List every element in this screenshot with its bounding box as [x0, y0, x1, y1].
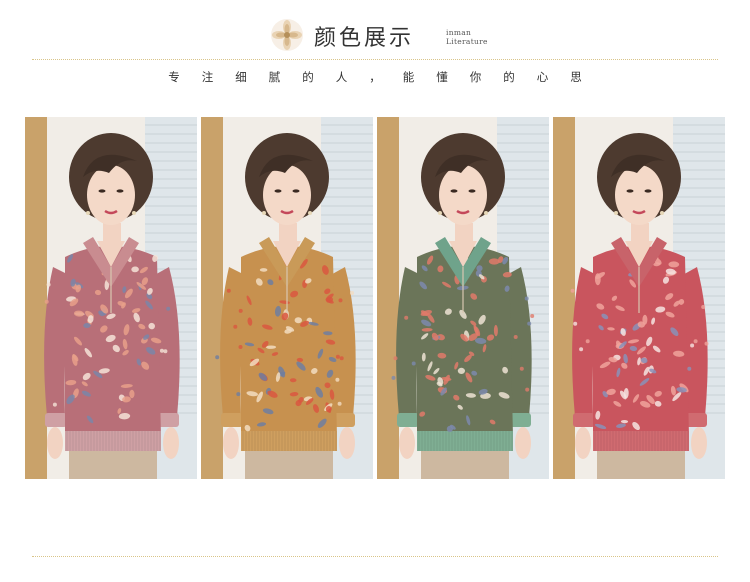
color-variant-pink-rose[interactable] — [25, 117, 197, 479]
color-gallery — [25, 117, 725, 479]
model-photo — [553, 117, 725, 479]
tagline: 专注细腻的人，能懂你的心思 — [168, 70, 604, 84]
flower-icon — [271, 19, 303, 51]
divider-bottom — [32, 556, 718, 557]
color-variant-camel[interactable] — [201, 117, 373, 479]
section-header: 颜色展示 inman Literature — [0, 14, 750, 54]
section-subtitle: inman Literature — [446, 28, 506, 46]
color-variant-coral-red[interactable] — [553, 117, 725, 479]
model-photo — [25, 117, 197, 479]
divider-top — [32, 59, 718, 60]
color-variant-green[interactable] — [377, 117, 549, 479]
subtitle-line-2: Literature — [446, 37, 488, 46]
product-detail-page: 颜色展示 inman Literature 专注细腻的人，能懂你的心思 — [0, 0, 750, 582]
subtitle-line-1: inman — [446, 28, 472, 37]
section-title: 颜色展示 — [314, 26, 415, 51]
model-photo — [201, 117, 373, 479]
model-photo — [377, 117, 549, 479]
